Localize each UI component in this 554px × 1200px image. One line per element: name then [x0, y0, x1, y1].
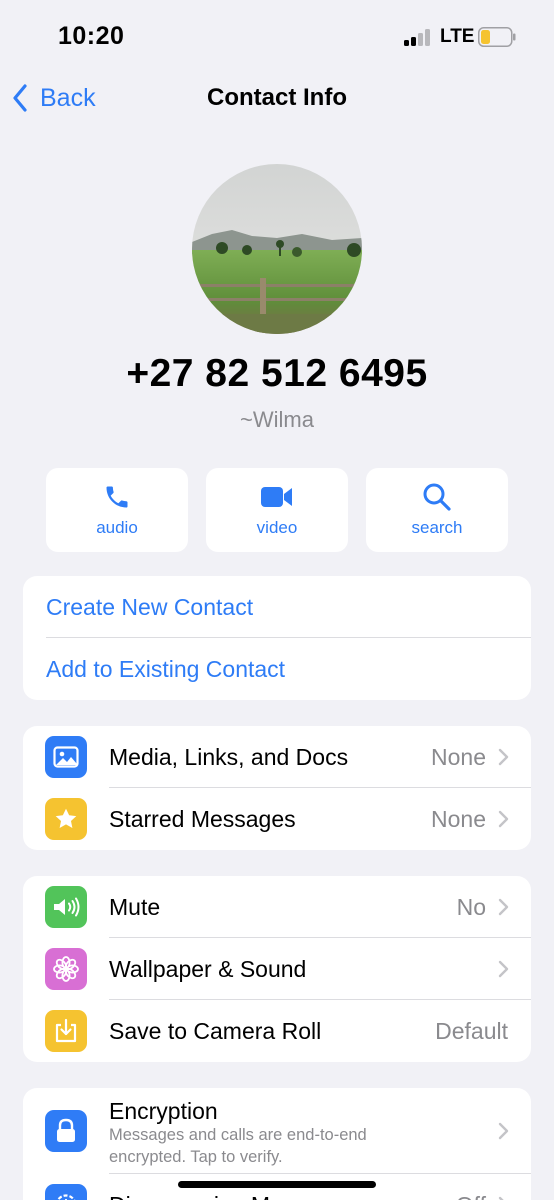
- settings-group: Mute No Wallpaper & Sound Save to Camera…: [23, 876, 531, 1062]
- lock-icon: [45, 1110, 87, 1152]
- media-links-docs-row[interactable]: Media, Links, and Docs None: [23, 726, 531, 788]
- search-button[interactable]: search: [366, 468, 508, 552]
- encryption-description-line-2: encrypted. Tap to verify.: [109, 1148, 283, 1166]
- chevron-right-icon: [498, 1122, 509, 1140]
- save-to-camera-roll-row[interactable]: Save to Camera Roll Default: [23, 1000, 531, 1062]
- video-call-button[interactable]: video: [206, 468, 348, 552]
- media-links-docs-label: Media, Links, and Docs: [109, 743, 349, 770]
- search-icon: [423, 483, 451, 511]
- phone-icon: [106, 486, 128, 508]
- encryption-label: Encryption: [109, 1098, 218, 1124]
- starred-count-value: None: [431, 805, 486, 832]
- encryption-row[interactable]: Encryption Messages and calls are end-to…: [23, 1088, 531, 1174]
- page-title: Contact Info: [207, 84, 347, 111]
- mute-label: Mute: [109, 893, 161, 920]
- download-icon: [45, 1010, 87, 1052]
- audio-label: audio: [96, 518, 138, 537]
- photo-icon: [45, 736, 87, 778]
- starred-messages-label: Starred Messages: [109, 805, 296, 832]
- contact-phone-number: +27 82 512 6495: [126, 352, 428, 395]
- wallpaper-sound-label: Wallpaper & Sound: [109, 955, 307, 982]
- search-label: search: [411, 518, 463, 537]
- network-type: LTE: [440, 26, 475, 47]
- contact-display-name: ~Wilma: [240, 407, 314, 432]
- contact-avatar[interactable]: [192, 164, 362, 334]
- video-label: video: [256, 518, 298, 537]
- chevron-right-icon: [498, 810, 509, 828]
- mute-row[interactable]: Mute No: [23, 876, 531, 938]
- starred-messages-row[interactable]: Starred Messages None: [23, 788, 531, 850]
- flower-icon: [45, 948, 87, 990]
- chevron-right-icon: [498, 898, 509, 916]
- video-camera-icon: [261, 487, 292, 507]
- star-icon: [45, 798, 87, 840]
- encryption-description-line-1: Messages and calls are end-to-end: [109, 1126, 367, 1144]
- status-time: 10:20: [58, 22, 125, 50]
- add-to-existing-contact-button[interactable]: Add to Existing Contact: [23, 638, 531, 700]
- disappearing-messages-value: Off: [456, 1192, 486, 1200]
- navigation-bar: Back Contact Info: [0, 74, 554, 124]
- timer-icon: [45, 1184, 87, 1200]
- save-to-camera-roll-label: Save to Camera Roll: [109, 1017, 322, 1044]
- mute-value: No: [456, 893, 486, 920]
- cellular-signal-icon: [404, 28, 434, 46]
- home-indicator[interactable]: [178, 1181, 376, 1188]
- chevron-right-icon: [498, 1196, 504, 1200]
- battery-icon: [478, 27, 516, 47]
- encryption-description: Messages and calls are end-to-end encryp…: [109, 1124, 367, 1168]
- landscape-photo: [192, 164, 362, 334]
- media-group: Media, Links, and Docs None Starred Mess…: [23, 726, 531, 850]
- speaker-icon: [45, 886, 87, 928]
- chevron-right-icon: [498, 960, 509, 978]
- chevron-right-icon: [498, 748, 509, 766]
- contact-actions-group: Create New Contact Add to Existing Conta…: [23, 576, 531, 700]
- disappearing-messages-label: Disappearing Messages: [109, 1192, 356, 1200]
- audio-call-button[interactable]: audio: [46, 468, 188, 552]
- save-to-camera-roll-value: Default: [435, 1017, 508, 1044]
- media-count-value: None: [431, 743, 486, 770]
- create-new-contact-button[interactable]: Create New Contact: [23, 576, 531, 638]
- wallpaper-sound-row[interactable]: Wallpaper & Sound: [23, 938, 531, 1000]
- status-bar: 10:20 LTE: [0, 0, 554, 74]
